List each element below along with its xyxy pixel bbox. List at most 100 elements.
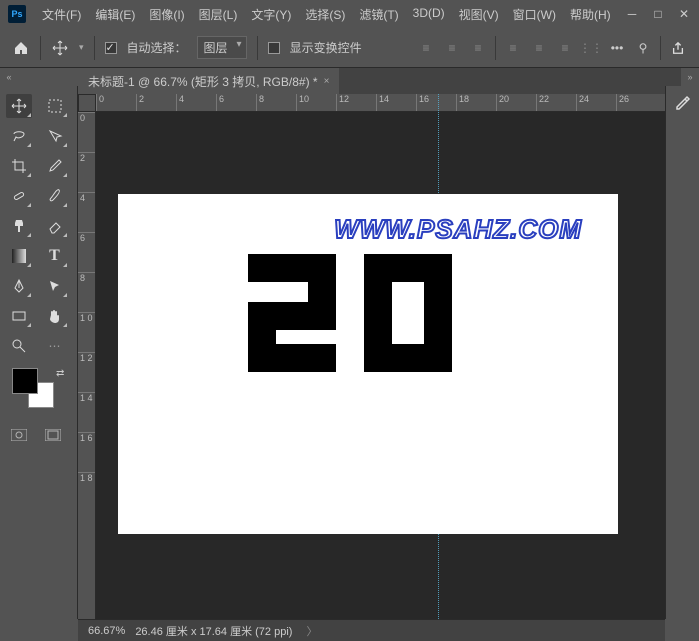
pen-tool[interactable] xyxy=(6,274,32,298)
ruler-tick: 4 xyxy=(78,192,95,232)
align-right-icon[interactable]: ≡ xyxy=(469,39,487,57)
ruler-tick: 2 xyxy=(136,94,176,111)
zoom-tool[interactable] xyxy=(6,334,32,358)
ruler-tick: 10 xyxy=(296,94,336,111)
ruler-tick: 1 6 xyxy=(78,432,95,472)
status-more-icon[interactable]: 〉 xyxy=(306,623,317,639)
distribute-icon[interactable]: ⋮⋮ xyxy=(582,39,600,57)
menu-image[interactable]: 图像(I) xyxy=(143,2,190,27)
healing-tool[interactable] xyxy=(6,184,32,208)
show-transform-label: 显示变换控件 xyxy=(290,39,362,56)
document-tab-title: 未标题-1 @ 66.7% (矩形 3 拷贝, RGB/8#) * xyxy=(88,73,318,90)
quickmask-icon[interactable] xyxy=(10,426,28,444)
document-canvas[interactable]: WWW.PSAHZ.COM xyxy=(118,194,618,534)
brush-tool[interactable] xyxy=(42,184,68,208)
menu-help[interactable]: 帮助(H) xyxy=(564,2,617,27)
menu-window[interactable]: 窗口(W) xyxy=(507,2,562,27)
options-bar: ▾ 自动选择： 图层 显示变换控件 ≡ ≡ ≡ ≡ ≡ ≡ ⋮⋮ ••• ⚲ xyxy=(0,28,699,68)
toolbar-more[interactable]: ⋯ xyxy=(42,334,68,358)
move-tool[interactable] xyxy=(6,94,32,118)
lasso-tool[interactable] xyxy=(6,124,32,148)
doc-dimensions[interactable]: 26.46 厘米 x 17.64 厘米 (72 ppi) xyxy=(135,623,292,639)
divider xyxy=(495,36,496,60)
align-top-icon[interactable]: ≡ xyxy=(504,39,522,57)
gradient-tool[interactable] xyxy=(6,244,32,268)
menu-select[interactable]: 选择(S) xyxy=(299,2,351,27)
eraser-tool[interactable] xyxy=(42,214,68,238)
close-tab-button[interactable]: × xyxy=(324,76,330,87)
align-bottom-icon[interactable]: ≡ xyxy=(556,39,574,57)
align-center-icon[interactable]: ≡ xyxy=(443,39,461,57)
edit-toolbar-icon[interactable] xyxy=(674,94,692,112)
digit-0 xyxy=(364,254,452,372)
path-select-tool[interactable] xyxy=(42,274,68,298)
canvas-viewport[interactable]: 02468101214161820222426 024681 01 21 41 … xyxy=(78,94,665,619)
ruler-tick: 1 2 xyxy=(78,352,95,392)
divider xyxy=(257,36,258,60)
divider xyxy=(40,36,41,60)
maximize-button[interactable]: □ xyxy=(651,7,665,21)
ruler-tick: 0 xyxy=(78,112,95,152)
auto-select-label: 自动选择： xyxy=(127,39,187,56)
marquee-tool[interactable] xyxy=(42,94,68,118)
right-panel-rail xyxy=(665,86,699,619)
home-icon[interactable] xyxy=(12,39,30,57)
ruler-tick: 8 xyxy=(256,94,296,111)
align-left-icon[interactable]: ≡ xyxy=(417,39,435,57)
titlebar: Ps 文件(F) 编辑(E) 图像(I) 图层(L) 文字(Y) 选择(S) 滤… xyxy=(0,0,699,28)
menu-layer[interactable]: 图层(L) xyxy=(193,2,244,27)
menu-file[interactable]: 文件(F) xyxy=(36,2,87,27)
move-tool-dropdown[interactable]: ▾ xyxy=(79,42,84,53)
align-vcenter-icon[interactable]: ≡ xyxy=(530,39,548,57)
share-icon[interactable] xyxy=(669,39,687,57)
foreground-color-swatch[interactable] xyxy=(12,368,38,394)
ruler-horizontal[interactable]: 02468101214161820222426 xyxy=(96,94,665,112)
3d-mode-icon[interactable]: ⚲ xyxy=(634,39,652,57)
ruler-tick: 6 xyxy=(78,232,95,272)
auto-select-checkbox[interactable] xyxy=(105,42,117,54)
document-tab[interactable]: 未标题-1 @ 66.7% (矩形 3 拷贝, RGB/8#) * × xyxy=(78,68,339,94)
show-transform-checkbox[interactable] xyxy=(268,42,280,54)
ruler-tick: 16 xyxy=(416,94,456,111)
minimize-button[interactable]: ─ xyxy=(625,7,639,21)
window-controls: ─ □ ✕ xyxy=(625,7,691,21)
move-tool-icon[interactable] xyxy=(51,39,69,57)
ruler-tick: 24 xyxy=(576,94,616,111)
quick-select-tool[interactable] xyxy=(42,124,68,148)
document-tabs: 未标题-1 @ 66.7% (矩形 3 拷贝, RGB/8#) * × xyxy=(78,68,681,94)
ruler-tick: 2 xyxy=(78,152,95,192)
rectangle-tool[interactable] xyxy=(6,304,32,328)
status-bar: 66.67% 26.46 厘米 x 17.64 厘米 (72 ppi) 〉 xyxy=(78,619,665,641)
ruler-tick: 22 xyxy=(536,94,576,111)
ruler-tick: 0 xyxy=(96,94,136,111)
menu-edit[interactable]: 编辑(E) xyxy=(89,2,141,27)
collapse-toolbox-button[interactable]: « xyxy=(0,68,18,86)
ruler-tick: 26 xyxy=(616,94,656,111)
swap-colors-icon[interactable]: ⇄ xyxy=(56,368,64,379)
type-tool[interactable]: T xyxy=(42,244,68,268)
more-options-icon[interactable]: ••• xyxy=(608,39,626,57)
crop-tool[interactable] xyxy=(6,154,32,178)
menu-type[interactable]: 文字(Y) xyxy=(245,2,297,27)
ruler-tick: 4 xyxy=(176,94,216,111)
ruler-tick: 12 xyxy=(336,94,376,111)
ruler-tick: 18 xyxy=(456,94,496,111)
main-menu: 文件(F) 编辑(E) 图像(I) 图层(L) 文字(Y) 选择(S) 滤镜(T… xyxy=(36,2,625,27)
artwork-digits xyxy=(248,254,452,372)
eyedropper-tool[interactable] xyxy=(42,154,68,178)
clone-tool[interactable] xyxy=(6,214,32,238)
divider xyxy=(94,36,95,60)
zoom-level[interactable]: 66.67% xyxy=(88,625,125,637)
ruler-vertical[interactable]: 024681 01 21 41 61 8 xyxy=(78,112,96,619)
layer-select-dropdown[interactable]: 图层 xyxy=(197,36,247,59)
menu-filter[interactable]: 滤镜(T) xyxy=(353,2,404,27)
screenmode-icon[interactable] xyxy=(44,426,62,444)
close-window-button[interactable]: ✕ xyxy=(677,7,691,21)
ruler-tick: 1 4 xyxy=(78,392,95,432)
ruler-origin[interactable] xyxy=(78,94,96,112)
hand-tool[interactable] xyxy=(42,304,68,328)
collapse-panels-button[interactable]: » xyxy=(681,68,699,86)
menu-view[interactable]: 视图(V) xyxy=(453,2,505,27)
menu-3d[interactable]: 3D(D) xyxy=(407,2,451,27)
color-swatches: ⇄ xyxy=(6,368,71,412)
